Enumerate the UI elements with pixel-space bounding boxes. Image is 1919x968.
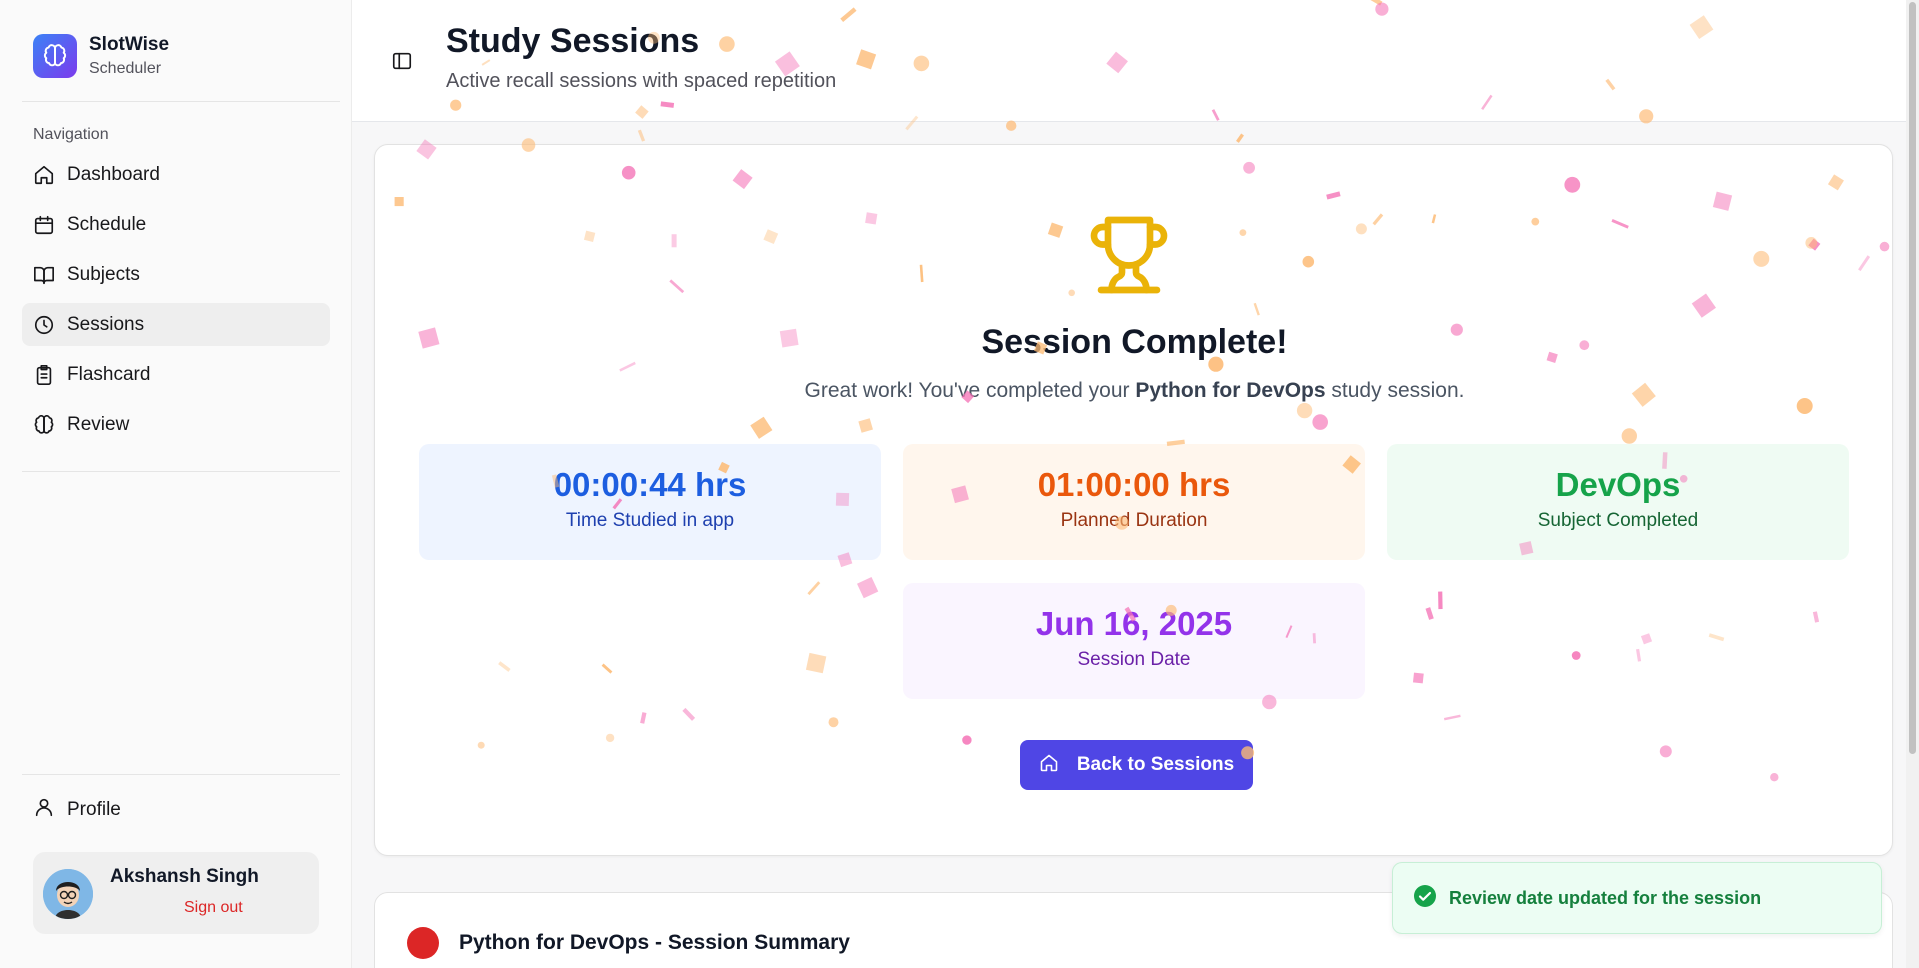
calendar-icon bbox=[33, 214, 55, 236]
sidebar: SlotWise Scheduler Navigation Dashboard … bbox=[0, 0, 352, 968]
completion-title: Session Complete! bbox=[981, 323, 1288, 361]
session-date-stat: Jun 16, 2025 Session Date bbox=[903, 583, 1365, 699]
session-complete-card: Session Complete! Great work! You've com… bbox=[374, 144, 1893, 856]
brain-icon bbox=[33, 414, 55, 436]
stat-value: 00:00:44 hrs bbox=[553, 466, 747, 503]
brand-subtitle: Scheduler bbox=[89, 60, 162, 77]
avatar bbox=[43, 869, 93, 919]
stat-value: 01:00:00 hrs bbox=[1037, 466, 1231, 503]
page-header: Study Sessions Active recall sessions wi… bbox=[352, 0, 1919, 122]
sign-out-link[interactable]: Sign out bbox=[184, 899, 243, 917]
main-content: Session Complete! Great work! You've com… bbox=[352, 122, 1919, 968]
sidebar-item-label: Flashcard bbox=[67, 363, 151, 385]
brand[interactable]: SlotWise Scheduler bbox=[33, 34, 169, 78]
subject-color-dot bbox=[407, 927, 439, 959]
sidebar-item-label: Dashboard bbox=[67, 163, 160, 185]
toast-notification: Review date updated for the session bbox=[1392, 862, 1882, 934]
clipboard-icon bbox=[33, 364, 55, 386]
planned-duration-stat: 01:00:00 hrs Planned Duration bbox=[903, 444, 1365, 560]
clock-icon bbox=[33, 314, 55, 336]
time-studied-stat: 00:00:44 hrs Time Studied in app bbox=[419, 444, 881, 560]
sidebar-item-flashcard[interactable]: Flashcard bbox=[22, 353, 330, 396]
message-subject: Python for DevOps bbox=[1135, 379, 1326, 402]
subject-completed-stat: DevOps Subject Completed bbox=[1387, 444, 1849, 560]
book-icon bbox=[33, 264, 55, 286]
sidebar-nav: Dashboard Schedule Subjects Sessions Fla… bbox=[22, 153, 330, 453]
sidebar-divider bbox=[22, 774, 340, 775]
stat-caption: Session Date bbox=[1077, 649, 1191, 670]
page-title: Study Sessions bbox=[446, 22, 700, 60]
check-circle-icon bbox=[1413, 884, 1437, 913]
summary-title: Python for DevOps - Session Summary bbox=[459, 931, 850, 954]
sidebar-divider bbox=[22, 101, 340, 102]
message-prefix: Great work! You've completed your bbox=[804, 379, 1136, 402]
sidebar-toggle-icon[interactable] bbox=[391, 50, 413, 72]
sidebar-item-sessions[interactable]: Sessions bbox=[22, 303, 330, 346]
sidebar-item-label: Review bbox=[67, 413, 130, 435]
back-to-sessions-button[interactable]: Back to Sessions bbox=[1020, 740, 1253, 790]
user-name: Akshansh Singh bbox=[110, 866, 259, 887]
home-icon bbox=[1039, 753, 1059, 778]
stat-caption: Time Studied in app bbox=[565, 510, 735, 531]
sidebar-item-label: Profile bbox=[67, 798, 121, 820]
stat-caption: Planned Duration bbox=[1060, 510, 1208, 531]
sidebar-item-label: Schedule bbox=[67, 213, 147, 235]
sidebar-item-subjects[interactable]: Subjects bbox=[22, 253, 330, 296]
sidebar-item-dashboard[interactable]: Dashboard bbox=[22, 153, 330, 196]
user-card: Akshansh Singh Sign out bbox=[33, 852, 319, 934]
message-suffix: study session. bbox=[1325, 379, 1465, 402]
sidebar-item-label: Subjects bbox=[67, 263, 140, 285]
app-window: SlotWise Scheduler Navigation Dashboard … bbox=[0, 0, 1919, 968]
sidebar-item-review[interactable]: Review bbox=[22, 403, 330, 446]
stat-value: DevOps bbox=[1555, 466, 1681, 503]
nav-section-label: Navigation bbox=[33, 126, 109, 143]
home-icon bbox=[33, 164, 55, 186]
page-subtitle: Active recall sessions with spaced repet… bbox=[446, 70, 837, 92]
back-button-label: Back to Sessions bbox=[1076, 754, 1235, 775]
toast-message: Review date updated for the session bbox=[1449, 887, 1762, 908]
trophy-icon bbox=[1087, 213, 1171, 297]
brand-name: SlotWise bbox=[89, 34, 170, 55]
sidebar-item-schedule[interactable]: Schedule bbox=[22, 203, 330, 246]
sidebar-divider bbox=[22, 471, 340, 472]
stat-value: Jun 16, 2025 bbox=[1035, 605, 1233, 642]
user-icon bbox=[33, 796, 55, 823]
stat-caption: Subject Completed bbox=[1537, 510, 1699, 531]
scrollbar-thumb[interactable] bbox=[1909, 2, 1916, 754]
sidebar-item-profile[interactable]: Profile bbox=[33, 796, 121, 823]
page-scrollbar[interactable] bbox=[1906, 0, 1919, 968]
completion-message: Great work! You've completed your Python… bbox=[375, 379, 1894, 403]
brain-logo-icon bbox=[33, 34, 77, 78]
sidebar-item-label: Sessions bbox=[67, 313, 145, 335]
